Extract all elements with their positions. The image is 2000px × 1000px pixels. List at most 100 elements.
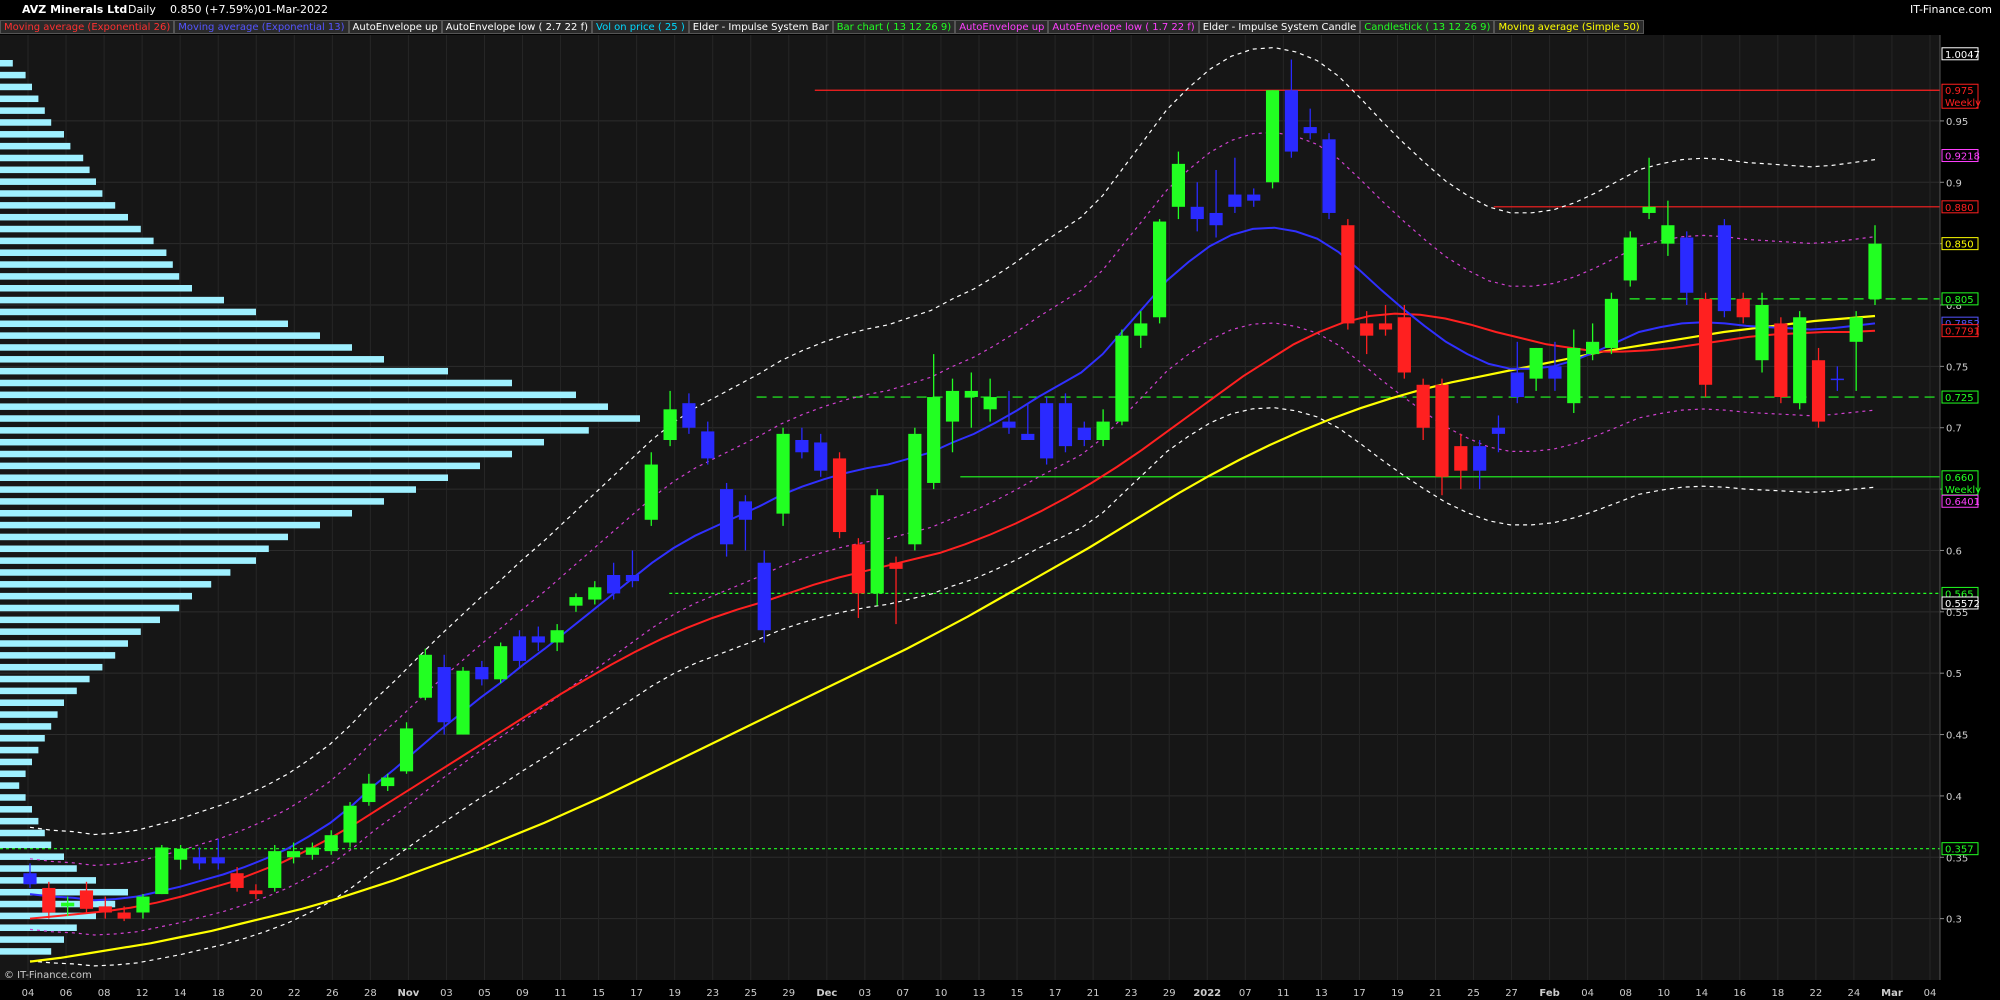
candle-body[interactable] <box>1322 139 1336 213</box>
candle-body[interactable] <box>399 728 414 772</box>
candle-body[interactable] <box>211 857 225 864</box>
candle-body[interactable] <box>1378 323 1393 330</box>
candle-body[interactable] <box>908 433 922 545</box>
candle-body[interactable] <box>286 851 301 858</box>
candle-body[interactable] <box>192 857 207 864</box>
candle-body[interactable] <box>870 495 884 594</box>
candle-body[interactable] <box>1397 317 1411 373</box>
candle-body[interactable] <box>418 654 432 698</box>
candle-body[interactable] <box>1435 384 1449 477</box>
candle-body[interactable] <box>1793 317 1807 404</box>
candle-body[interactable] <box>682 403 696 428</box>
candle-body[interactable] <box>945 390 960 422</box>
candle-body[interactable] <box>61 902 75 907</box>
candle-body[interactable] <box>1717 225 1731 312</box>
legend-item[interactable]: Elder - Impulse System Bar <box>688 20 833 34</box>
candle-body[interactable] <box>607 575 621 594</box>
candle-body[interactable] <box>1830 378 1844 381</box>
candle-body[interactable] <box>1058 403 1073 447</box>
legend-item[interactable]: AutoEnvelope low ( 2.7 22 f) <box>441 20 593 34</box>
candle-body[interactable] <box>889 562 903 569</box>
candle-body[interactable] <box>832 458 847 533</box>
candle-body[interactable] <box>1868 243 1882 299</box>
candle-body[interactable] <box>42 887 56 913</box>
candle-body[interactable] <box>1416 384 1430 428</box>
candle-body[interactable] <box>1341 225 1355 324</box>
candle-body[interactable] <box>456 670 470 735</box>
candle-body[interactable] <box>738 501 752 520</box>
candle-body[interactable] <box>964 390 978 398</box>
candle-body[interactable] <box>494 646 508 680</box>
candle-body[interactable] <box>550 630 564 643</box>
candle-body[interactable] <box>1153 221 1167 318</box>
legend-item[interactable]: Elder - Impulse System Candle <box>1198 20 1361 34</box>
candle-body[interactable] <box>1096 421 1110 440</box>
legend-item[interactable]: AutoEnvelope up <box>955 20 1049 34</box>
candle-body[interactable] <box>249 890 263 895</box>
candle-body[interactable] <box>1774 323 1788 398</box>
legend-item[interactable]: Vol on price ( 25 ) <box>592 20 689 34</box>
candle-body[interactable] <box>1680 237 1694 293</box>
candle-body[interactable] <box>1134 323 1148 336</box>
candle-body[interactable] <box>588 587 602 600</box>
legend-item[interactable]: Moving average (Exponential 26) <box>0 20 175 34</box>
candle-body[interactable] <box>1190 206 1204 220</box>
legend-item[interactable]: AutoEnvelope up <box>348 20 442 34</box>
legend-item[interactable]: Bar chart ( 13 12 26 9) <box>832 20 956 34</box>
candle-body[interactable] <box>1849 317 1863 342</box>
candle-body[interactable] <box>1642 206 1656 213</box>
candle-body[interactable] <box>1548 366 1562 379</box>
candle-body[interactable] <box>1209 212 1223 226</box>
candle-body[interactable] <box>1491 427 1506 434</box>
candle-body[interactable] <box>362 783 376 803</box>
candle-body[interactable] <box>23 873 37 885</box>
candle-body[interactable] <box>1077 427 1091 440</box>
candle-body[interactable] <box>1698 298 1713 385</box>
candle-body[interactable] <box>663 409 677 440</box>
candle-body[interactable] <box>701 431 715 459</box>
price-chart[interactable]: 0.950.90.850.80.750.70.650.60.550.50.450… <box>0 0 2000 1000</box>
candle-body[interactable] <box>795 440 809 453</box>
candle-body[interactable] <box>1586 341 1600 355</box>
candle-body[interactable] <box>1021 433 1035 440</box>
candle-body[interactable] <box>1529 347 1543 379</box>
candle-body[interactable] <box>1247 194 1261 201</box>
candle-body[interactable] <box>757 562 771 631</box>
candle-body[interactable] <box>268 851 282 888</box>
candle-body[interactable] <box>1360 323 1374 336</box>
candle-body[interactable] <box>1171 163 1186 207</box>
candle-body[interactable] <box>719 489 734 545</box>
candle-body[interactable] <box>79 890 94 909</box>
candle-body[interactable] <box>1040 403 1054 459</box>
candle-body[interactable] <box>1265 90 1280 183</box>
legend-item[interactable]: Candlestick ( 13 12 26 9) <box>1360 20 1495 34</box>
legend-item[interactable]: Moving average (Exponential 13) <box>174 20 349 34</box>
candle-body[interactable] <box>1228 194 1242 207</box>
candle-body[interactable] <box>512 636 527 661</box>
candle-body[interactable] <box>569 597 583 606</box>
candle-body[interactable] <box>305 847 319 855</box>
candle-body[interactable] <box>155 847 169 895</box>
candle-body[interactable] <box>1755 305 1769 361</box>
candle-body[interactable] <box>1454 446 1468 471</box>
candle-body[interactable] <box>776 433 790 514</box>
candle-body[interactable] <box>381 777 395 787</box>
candle-body[interactable] <box>1567 347 1581 404</box>
candle-body[interactable] <box>174 848 188 860</box>
candle-body[interactable] <box>230 873 244 888</box>
candle-body[interactable] <box>98 906 112 913</box>
candle-body[interactable] <box>625 575 640 582</box>
candle-body[interactable] <box>1284 90 1298 152</box>
candle-body[interactable] <box>814 442 828 471</box>
candle-body[interactable] <box>475 667 489 680</box>
candle-body[interactable] <box>1604 298 1619 348</box>
candle-body[interactable] <box>983 397 997 410</box>
candle-body[interactable] <box>437 667 451 723</box>
candle-body[interactable] <box>1736 298 1750 318</box>
candle-body[interactable] <box>927 397 941 483</box>
candle-body[interactable] <box>136 896 150 913</box>
candle-body[interactable] <box>1811 360 1826 422</box>
candle-body[interactable] <box>324 835 338 852</box>
candle-body[interactable] <box>1623 237 1637 281</box>
candle-body[interactable] <box>644 464 658 520</box>
